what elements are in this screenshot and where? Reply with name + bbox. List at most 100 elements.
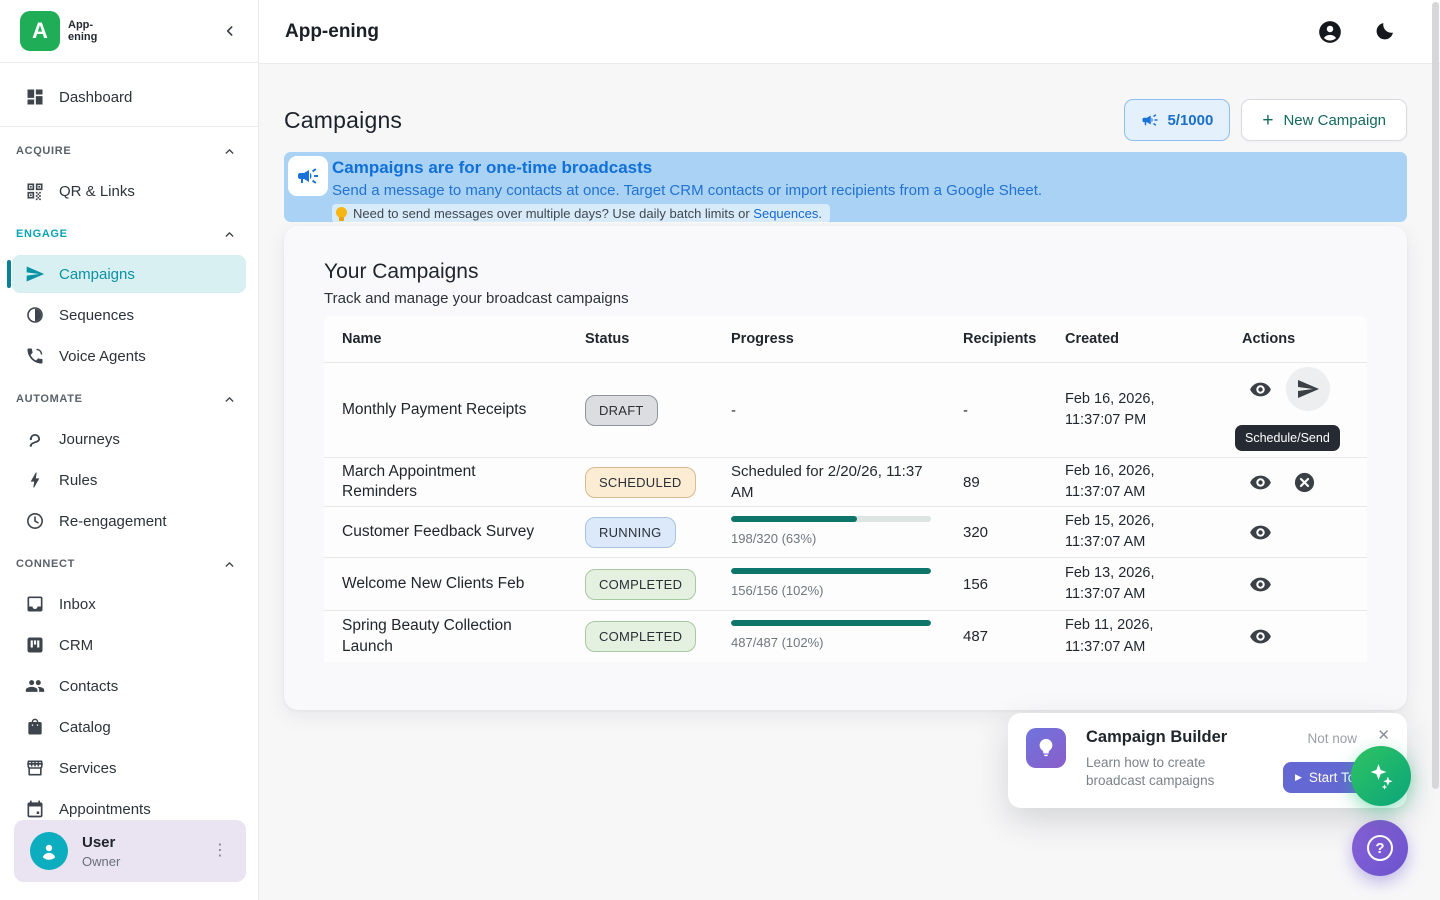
not-now-button[interactable]: Not now bbox=[1307, 731, 1357, 746]
progress-bar bbox=[731, 620, 931, 626]
cancel-circle-icon bbox=[1293, 471, 1316, 494]
sidebar-item-re-engagement[interactable]: Re-engagement bbox=[12, 502, 246, 540]
campaign-quota-badge[interactable]: 5/1000 bbox=[1124, 99, 1230, 141]
progress-cell: - bbox=[713, 400, 945, 421]
user-card[interactable]: User Owner ⋮ bbox=[14, 820, 246, 882]
user-name: User bbox=[82, 834, 120, 851]
question-mark-icon: ? bbox=[1367, 835, 1393, 861]
table-row: Customer Feedback Survey RUNNING 198/320… bbox=[324, 506, 1367, 557]
table-header: Name Status Progress Recipients Created … bbox=[324, 316, 1367, 362]
schedule-send-button[interactable] bbox=[1286, 367, 1330, 411]
progress-label: 156/156 (102%) bbox=[731, 582, 929, 600]
popup-title: Campaign Builder bbox=[1086, 728, 1227, 747]
section-acquire[interactable]: ACQUIRE bbox=[0, 137, 258, 165]
created-cell: Feb 16, 2026, 11:37:07 AM bbox=[1047, 461, 1224, 503]
megaphone-icon bbox=[1141, 111, 1159, 129]
sidebar-item-journeys[interactable]: Journeys bbox=[12, 420, 246, 458]
view-button[interactable] bbox=[1242, 619, 1278, 655]
user-avatar bbox=[30, 832, 68, 870]
dark-mode-toggle[interactable] bbox=[1371, 18, 1398, 45]
popup-body: Learn how to create broadcast campaigns bbox=[1086, 754, 1214, 790]
view-button[interactable] bbox=[1242, 464, 1278, 500]
page-header: Campaigns 5/1000 + New Campaign bbox=[284, 95, 1407, 145]
view-button[interactable] bbox=[1242, 371, 1278, 407]
campaigns-card: Your Campaigns Track and manage your bro… bbox=[284, 226, 1407, 710]
chevron-left-icon bbox=[222, 23, 238, 39]
shopping-bag-icon bbox=[25, 717, 45, 737]
view-button[interactable] bbox=[1242, 566, 1278, 602]
scrollbar-thumb[interactable] bbox=[1432, 2, 1439, 789]
campaign-name: Spring Beauty Collection Launch bbox=[324, 616, 567, 656]
sidebar-item-voice-agents[interactable]: Voice Agents bbox=[12, 337, 246, 375]
section-automate[interactable]: AUTOMATE bbox=[0, 385, 258, 413]
progress-label: 487/487 (102%) bbox=[731, 634, 929, 652]
col-status: Status bbox=[567, 331, 713, 347]
sidebar-collapse-button[interactable] bbox=[218, 19, 242, 43]
section-connect[interactable]: CONNECT bbox=[0, 550, 258, 578]
sidebar-item-sequences[interactable]: Sequences bbox=[12, 296, 246, 334]
account-button[interactable] bbox=[1315, 17, 1345, 47]
cancel-button[interactable] bbox=[1286, 464, 1322, 500]
col-actions: Actions bbox=[1224, 331, 1367, 347]
actions-cell: Schedule/Send bbox=[1224, 363, 1367, 411]
actions-cell bbox=[1224, 566, 1367, 602]
card-subtitle: Track and manage your broadcast campaign… bbox=[324, 290, 1367, 307]
info-banner: Campaigns are for one-time broadcasts Se… bbox=[284, 152, 1407, 222]
sidebar-item-contacts[interactable]: Contacts bbox=[12, 667, 246, 705]
moon-icon bbox=[1373, 20, 1396, 43]
sparkles-icon bbox=[1366, 761, 1396, 791]
user-role: Owner bbox=[82, 854, 120, 869]
table-row: Spring Beauty Collection Launch COMPLETE… bbox=[324, 610, 1367, 662]
sidebar: A App- ening Dashboard ACQUIRE QR & Link… bbox=[0, 0, 259, 900]
sidebar-item-catalog[interactable]: Catalog bbox=[12, 708, 246, 746]
sidebar-divider bbox=[0, 126, 258, 127]
user-meta: User Owner bbox=[82, 834, 120, 869]
table-row: Monthly Payment Receipts DRAFT - - Feb 1… bbox=[324, 362, 1367, 457]
banner-body: Send a message to many contacts at once.… bbox=[332, 180, 1397, 203]
sidebar-item-rules[interactable]: Rules bbox=[12, 461, 246, 499]
app-logo: A bbox=[20, 11, 60, 51]
campaign-name: Monthly Payment Receipts bbox=[324, 400, 567, 420]
actions-cell bbox=[1224, 514, 1367, 550]
eye-icon bbox=[1249, 573, 1272, 596]
inbox-icon bbox=[25, 594, 45, 614]
progress-bar bbox=[731, 516, 931, 522]
actions-cell bbox=[1224, 464, 1367, 500]
storefront-icon bbox=[25, 758, 45, 778]
new-campaign-button[interactable]: + New Campaign bbox=[1241, 99, 1407, 141]
phone-icon bbox=[25, 346, 45, 366]
account-circle-icon bbox=[1317, 19, 1343, 45]
sidebar-item-inbox[interactable]: Inbox bbox=[12, 585, 246, 623]
play-icon: ▶ bbox=[1295, 772, 1302, 783]
chevron-up-icon bbox=[223, 393, 236, 406]
view-button[interactable] bbox=[1242, 514, 1278, 550]
campaign-name: Customer Feedback Survey bbox=[324, 522, 567, 542]
recipients-cell: 156 bbox=[945, 576, 1047, 593]
user-menu-button[interactable]: ⋮ bbox=[206, 839, 234, 863]
sequences-link[interactable]: Sequences bbox=[753, 206, 818, 221]
close-icon[interactable]: ✕ bbox=[1374, 723, 1393, 747]
sidebar-header: A App- ening bbox=[0, 0, 258, 63]
ai-assistant-fab[interactable] bbox=[1351, 746, 1411, 806]
created-cell: Feb 16, 2026, 11:37:07 PM bbox=[1047, 389, 1224, 431]
progress-fill bbox=[731, 568, 931, 574]
card-title: Your Campaigns bbox=[324, 260, 1367, 284]
sidebar-item-crm[interactable]: CRM bbox=[12, 626, 246, 664]
help-fab[interactable]: ? bbox=[1352, 820, 1408, 876]
sidebar-item-qr-links[interactable]: QR & Links bbox=[12, 172, 246, 210]
status-badge: COMPLETED bbox=[585, 569, 696, 600]
sidebar-item-campaigns[interactable]: Campaigns bbox=[12, 255, 246, 293]
campaign-name: March Appointment Reminders bbox=[324, 462, 567, 502]
actions-cell bbox=[1224, 619, 1367, 655]
section-engage[interactable]: ENGAGE bbox=[0, 220, 258, 248]
progress-cell: 487/487 (102%) bbox=[713, 620, 945, 652]
people-icon bbox=[25, 676, 45, 696]
app-logo-text: App- ening bbox=[68, 19, 97, 43]
eye-icon bbox=[1249, 471, 1272, 494]
recipients-cell: 89 bbox=[945, 474, 1047, 491]
person-icon bbox=[37, 839, 61, 863]
progress-fill bbox=[731, 516, 857, 522]
sidebar-item-services[interactable]: Services bbox=[12, 749, 246, 787]
lightbulb-icon bbox=[336, 207, 347, 221]
sidebar-item-dashboard[interactable]: Dashboard bbox=[12, 78, 246, 116]
